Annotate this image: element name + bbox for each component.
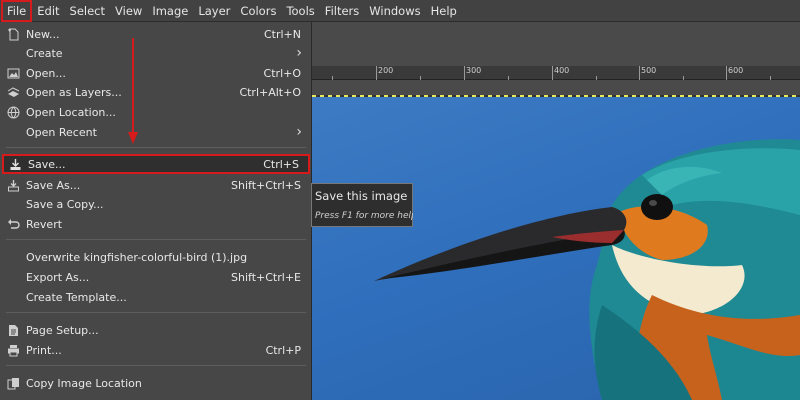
kingfisher-image <box>374 139 800 400</box>
menu-colors[interactable]: Colors <box>235 0 281 22</box>
horizontal-ruler[interactable]: 200 300 400 500 600 <box>312 66 800 80</box>
revert-icon <box>8 218 20 229</box>
menu-item-label: Open Recent <box>26 125 97 139</box>
menu-item-create-template[interactable]: Create Template... <box>0 287 312 307</box>
menu-item-label: Print... <box>26 343 62 357</box>
menubar: File Edit Select View Image Layer Colors… <box>0 0 800 22</box>
save-as-icon <box>8 179 19 191</box>
menu-item-label: New... <box>26 27 60 41</box>
menu-item-save-a-copy[interactable]: Save a Copy... <box>0 194 312 214</box>
ruler-label: 200 <box>378 66 394 75</box>
kingfisher-photo[interactable] <box>312 95 800 400</box>
menu-item-copy-image-location[interactable]: Copy Image Location <box>0 373 312 393</box>
menu-view[interactable]: View <box>110 0 147 22</box>
menu-file[interactable]: File <box>1 0 33 22</box>
menu-help[interactable]: Help <box>426 0 462 22</box>
menu-separator <box>6 312 306 313</box>
menu-item-revert[interactable]: Revert <box>0 214 312 234</box>
menu-item-shortcut: Ctrl+P <box>265 343 301 357</box>
menu-item-page-setup[interactable]: Page Setup... <box>0 320 312 340</box>
layer-boundary <box>312 95 800 97</box>
ruler-label: 500 <box>641 66 657 75</box>
menu-item-save-as[interactable]: Save As... Shift+Ctrl+S <box>0 175 312 195</box>
menu-item-label: Copy Image Location <box>26 376 142 390</box>
tooltip-title: Save this image <box>315 189 408 203</box>
ruler-label: 300 <box>466 66 482 75</box>
menu-item-label: Create <box>26 46 63 60</box>
new-file-icon <box>8 28 19 40</box>
submenu-arrow-icon: › <box>296 124 302 140</box>
file-menu: New... Ctrl+N Create › Open... Ctrl+O Op… <box>0 22 312 400</box>
submenu-arrow-icon: › <box>296 45 302 61</box>
open-image-icon <box>7 68 20 78</box>
menu-item-label: Save... <box>28 157 66 171</box>
menu-item-label: Open as Layers... <box>26 85 122 99</box>
menu-item-open[interactable]: Open... Ctrl+O <box>0 63 312 83</box>
menu-item-label: Save As... <box>26 178 81 192</box>
menu-item-open-recent[interactable]: Open Recent › <box>0 122 312 142</box>
menu-separator <box>6 147 306 148</box>
menu-tools[interactable]: Tools <box>281 0 319 22</box>
menu-item-shortcut: Shift+Ctrl+S <box>231 178 301 192</box>
menu-separator <box>6 365 306 366</box>
save-tooltip: Save this image Press F1 for more help <box>311 183 413 227</box>
menu-item-new[interactable]: New... Ctrl+N <box>0 24 312 44</box>
menu-item-save[interactable]: Save... Ctrl+S <box>2 154 310 174</box>
menu-edit[interactable]: Edit <box>32 0 64 22</box>
menu-layer[interactable]: Layer <box>193 0 235 22</box>
menu-filters[interactable]: Filters <box>320 0 364 22</box>
menu-select[interactable]: Select <box>65 0 110 22</box>
menu-item-label: Open... <box>26 66 66 80</box>
menu-item-label: Revert <box>26 217 63 231</box>
globe-icon <box>7 106 20 118</box>
tooltip-hint: Press F1 for more help <box>315 211 413 221</box>
menu-item-print[interactable]: Print... Ctrl+P <box>0 340 312 360</box>
menu-item-label: Overwrite kingfisher-colorful-bird (1).j… <box>26 250 248 264</box>
menu-item-shortcut: Ctrl+S <box>263 157 299 171</box>
menu-item-label: Open Location... <box>26 105 116 119</box>
menu-windows[interactable]: Windows <box>364 0 425 22</box>
save-icon <box>10 158 21 170</box>
menu-item-label: Export As... <box>26 270 90 284</box>
menu-item-shortcut: Ctrl+O <box>263 66 301 80</box>
menu-item-overwrite[interactable]: Overwrite kingfisher-colorful-bird (1).j… <box>0 247 312 267</box>
copy-location-icon <box>7 377 19 389</box>
open-layers-icon <box>7 86 20 97</box>
menu-item-export-as[interactable]: Export As... Shift+Ctrl+E <box>0 267 312 287</box>
menu-item-label: Save a Copy... <box>26 197 104 211</box>
ruler-label: 600 <box>728 66 744 75</box>
menu-image[interactable]: Image <box>147 0 193 22</box>
page-setup-icon <box>9 324 18 336</box>
ruler-label: 400 <box>554 66 570 75</box>
menu-item-shortcut: Ctrl+Alt+O <box>239 85 301 99</box>
menu-item-create[interactable]: Create › <box>0 43 312 63</box>
menu-item-shortcut: Ctrl+N <box>263 27 301 41</box>
annotation-arrow-icon <box>128 38 138 144</box>
menu-separator <box>6 239 306 240</box>
menu-item-shortcut: Shift+Ctrl+E <box>231 270 301 284</box>
menu-item-label: Page Setup... <box>26 323 99 337</box>
menu-item-label: Create Template... <box>26 290 127 304</box>
menu-item-open-location[interactable]: Open Location... <box>0 102 312 122</box>
menu-item-open-as-layers[interactable]: Open as Layers... Ctrl+Alt+O <box>0 82 312 102</box>
print-icon <box>8 344 19 356</box>
